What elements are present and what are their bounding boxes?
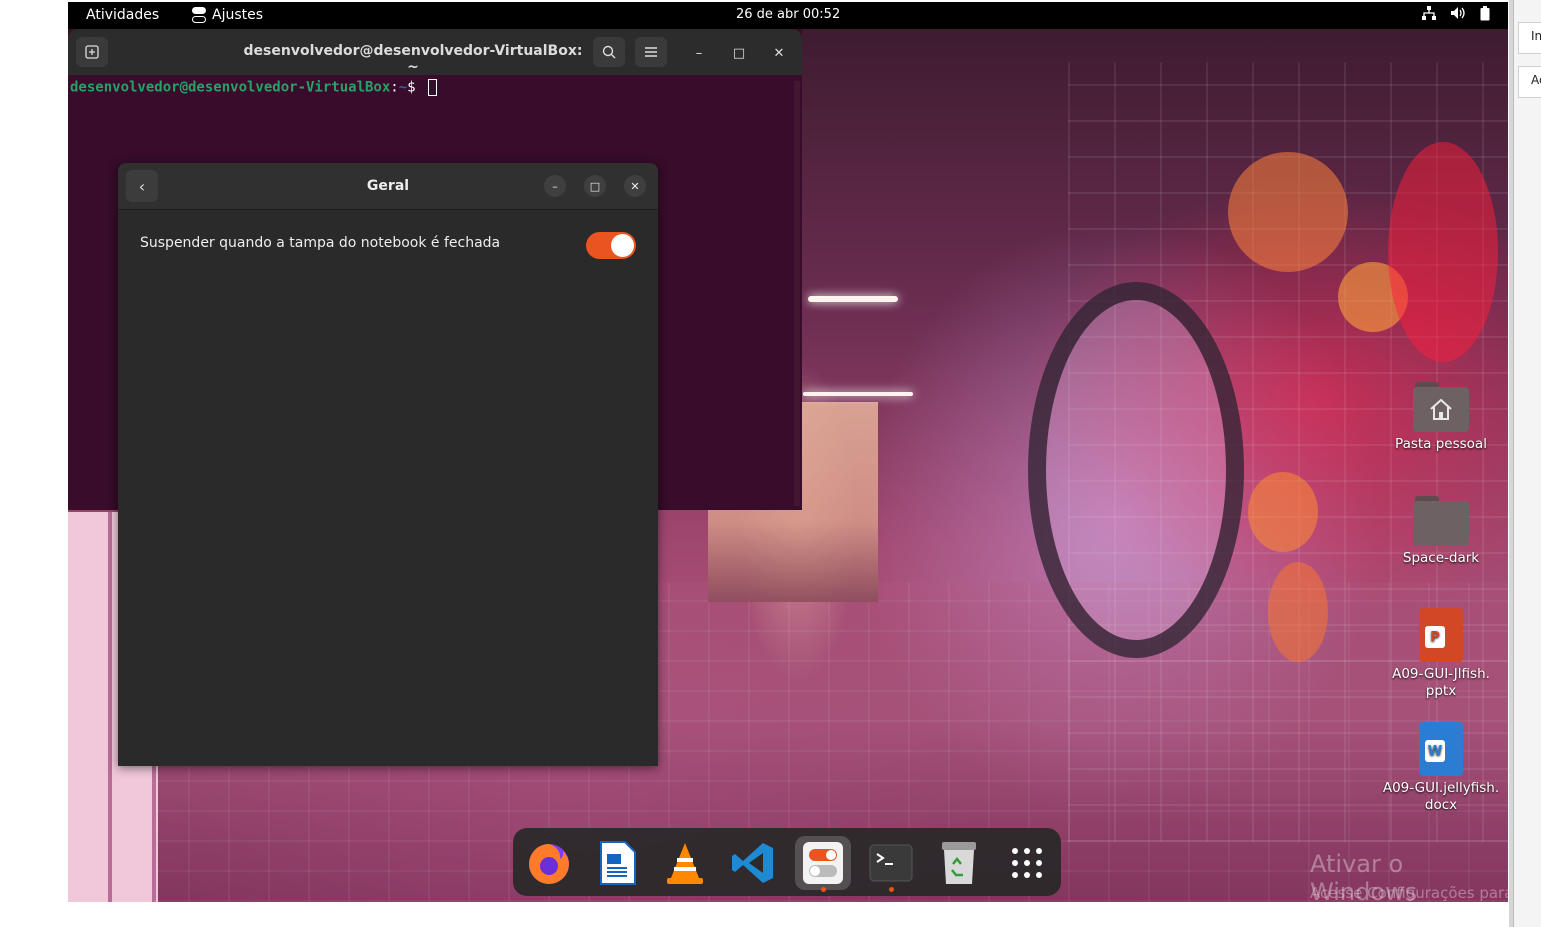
- app-menu-label: Ajustes: [212, 7, 264, 23]
- top-bar: Atividades Ajustes 26 de abr 00:52: [68, 2, 1508, 29]
- desktop-icon-label: A09-GUI-Jlfish. pptx: [1392, 666, 1490, 699]
- lid-suspend-switch[interactable]: [586, 232, 636, 259]
- system-tray[interactable]: [1422, 6, 1490, 21]
- dock-writer[interactable]: [589, 836, 645, 890]
- trash-icon: [942, 842, 976, 884]
- dock-vlc[interactable]: [657, 836, 713, 890]
- prompt-user: desenvolvedor@desenvolvedor-VirtualBox: [70, 79, 391, 96]
- lid-suspend-label: Suspender quando a tampa do notebook é f…: [140, 235, 501, 251]
- battery-icon: [1480, 6, 1490, 21]
- desktop-icon-pptx[interactable]: P A09-GUI-Jlfish. pptx: [1381, 608, 1501, 700]
- new-tab-button[interactable]: [76, 37, 108, 67]
- terminal-maximize-button[interactable]: □: [728, 42, 750, 64]
- dialog-title: Geral: [366, 178, 410, 194]
- vlc-icon: [667, 843, 703, 884]
- terminal-scrollbar[interactable]: [794, 81, 800, 506]
- vscode-icon: [732, 843, 773, 883]
- switch-knob: [611, 234, 634, 257]
- terminal-search-button[interactable]: [593, 37, 625, 67]
- powerpoint-file-icon: P: [1419, 608, 1463, 662]
- dock-terminal[interactable]: [863, 836, 919, 892]
- app-grid-icon: [1012, 848, 1042, 878]
- running-indicator: [820, 887, 826, 892]
- hamburger-menu-icon: [645, 47, 657, 57]
- activities-button[interactable]: Atividades: [86, 7, 159, 23]
- dialog-maximize-button[interactable]: □: [584, 175, 606, 197]
- libreoffice-writer-icon: [600, 841, 636, 885]
- terminal-prompt[interactable]: desenvolvedor@desenvolvedor-VirtualBox:~…: [70, 79, 438, 96]
- firefox-icon: [529, 844, 569, 884]
- volume-icon: [1451, 7, 1465, 19]
- host-panel-item[interactable]: In: [1518, 22, 1541, 54]
- dock-show-apps[interactable]: [999, 836, 1055, 890]
- terminal-title: desenvolvedor@desenvolvedor-VirtualBox: …: [243, 43, 583, 75]
- clock[interactable]: 26 de abr 00:52: [736, 7, 840, 22]
- prompt-path: ~: [398, 79, 408, 96]
- desktop-icon-label: Space-dark: [1402, 550, 1480, 566]
- settings-dialog[interactable]: ‹ Geral – □ ✕ Suspender quando a tampa d…: [118, 163, 658, 766]
- host-side-panel: [1513, 0, 1541, 927]
- desktop-icon-docx[interactable]: W A09-GUI.jellyfish. docx: [1381, 722, 1501, 814]
- prompt-separator: :: [390, 79, 399, 96]
- search-icon: [602, 45, 616, 59]
- desktop-icon-label: Pasta pessoal: [1395, 436, 1487, 452]
- dock-vscode[interactable]: [725, 836, 781, 890]
- dock: [513, 828, 1061, 896]
- folder-icon: [1413, 496, 1469, 546]
- dialog-titlebar[interactable]: ‹ Geral – □ ✕: [118, 163, 658, 210]
- network-icon: [1422, 6, 1436, 20]
- desktop-icon-home[interactable]: Pasta pessoal: [1381, 382, 1501, 453]
- host-panel-item[interactable]: Ac: [1518, 66, 1541, 98]
- windows-activation-subtitle: Acesse Configurações para at: [1310, 884, 1508, 902]
- home-folder-icon: [1413, 382, 1469, 432]
- text-cursor: [428, 79, 438, 96]
- terminal-menu-button[interactable]: [635, 37, 667, 67]
- terminal-close-button[interactable]: ✕: [768, 42, 790, 64]
- settings-toggle-icon: [803, 842, 843, 884]
- dock-firefox[interactable]: [521, 836, 577, 890]
- desktop-icon-label: A09-GUI.jellyfish. docx: [1382, 780, 1500, 813]
- running-indicator: [888, 887, 894, 892]
- app-menu-button[interactable]: Ajustes: [192, 7, 263, 23]
- terminal-titlebar[interactable]: desenvolvedor@desenvolvedor-VirtualBox: …: [68, 29, 802, 75]
- dock-trash[interactable]: [931, 836, 987, 890]
- vm-display: Atividades Ajustes 26 de abr 00:52 desen…: [68, 2, 1508, 902]
- terminal-minimize-button[interactable]: –: [688, 42, 710, 64]
- new-tab-icon: [85, 45, 99, 59]
- dialog-minimize-button[interactable]: –: [544, 175, 566, 197]
- settings-toggle-icon: [192, 7, 206, 23]
- prompt-symbol: $: [407, 79, 425, 96]
- desktop-icon-space-dark[interactable]: Space-dark: [1381, 496, 1501, 567]
- word-file-icon: W: [1419, 722, 1463, 776]
- dock-ajustes[interactable]: [795, 836, 851, 892]
- terminal-icon: [869, 844, 913, 882]
- dialog-close-button[interactable]: ✕: [624, 175, 646, 197]
